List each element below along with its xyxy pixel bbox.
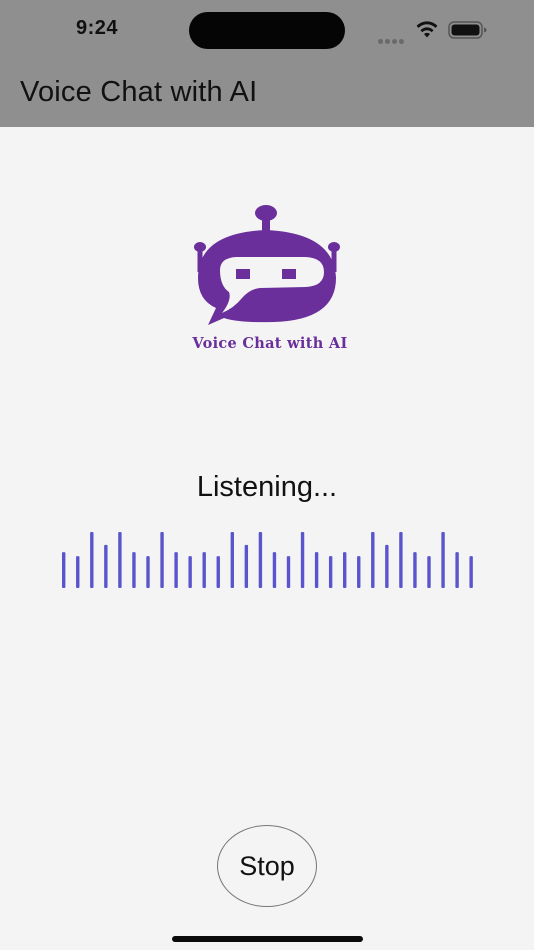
waveform-bar <box>328 556 333 588</box>
waveform-bar <box>469 556 473 588</box>
waveform-bar <box>146 556 150 588</box>
waveform-bar <box>399 532 403 588</box>
stop-button[interactable]: Stop <box>217 825 317 907</box>
waveform-bar <box>300 532 305 588</box>
logo-caption: Voice Chat with AI <box>192 335 348 352</box>
waveform-bar <box>343 552 347 588</box>
top-bar: 9:24 Voice Chat with AI <box>0 0 534 127</box>
waveform-bar <box>244 544 249 588</box>
page-title: Voice Chat with AI <box>20 76 258 108</box>
cellular-dots-icon <box>378 31 408 44</box>
waveform-bar <box>314 552 319 588</box>
waveform-bar <box>286 556 291 588</box>
waveform-bar <box>188 556 192 588</box>
waveform-bar <box>385 544 389 588</box>
status-time: 9:24 <box>76 17 119 39</box>
waveform-bar <box>90 532 94 588</box>
waveform-bar <box>230 532 234 588</box>
dynamic-island <box>189 12 345 49</box>
waveform-bar <box>132 552 136 588</box>
waveform-bar <box>174 552 178 588</box>
waveform-bar <box>202 552 206 588</box>
screen: 9:24 Voice Chat with AI Voice Chat with … <box>0 0 534 950</box>
waveform-bar <box>258 532 263 588</box>
waveform-bar <box>104 544 108 588</box>
waveform-bar <box>118 532 122 588</box>
waveform-bar <box>357 556 361 588</box>
waveform-bar <box>455 552 459 588</box>
home-indicator[interactable] <box>172 936 363 942</box>
waveform-bar <box>441 532 445 588</box>
robot-chat-icon <box>194 205 340 325</box>
waveform-bar <box>272 552 277 588</box>
waveform-bar <box>427 556 431 588</box>
waveform-bar <box>76 556 80 588</box>
waveform-bar <box>413 552 417 588</box>
wifi-icon <box>416 21 438 38</box>
audio-waveform-icon <box>62 532 473 588</box>
battery-icon <box>448 21 487 39</box>
waveform-bar <box>160 532 164 588</box>
listening-status: Listening... <box>196 471 338 503</box>
waveform-bar <box>371 532 375 588</box>
waveform-bar <box>62 552 66 588</box>
waveform-bar <box>216 556 220 588</box>
